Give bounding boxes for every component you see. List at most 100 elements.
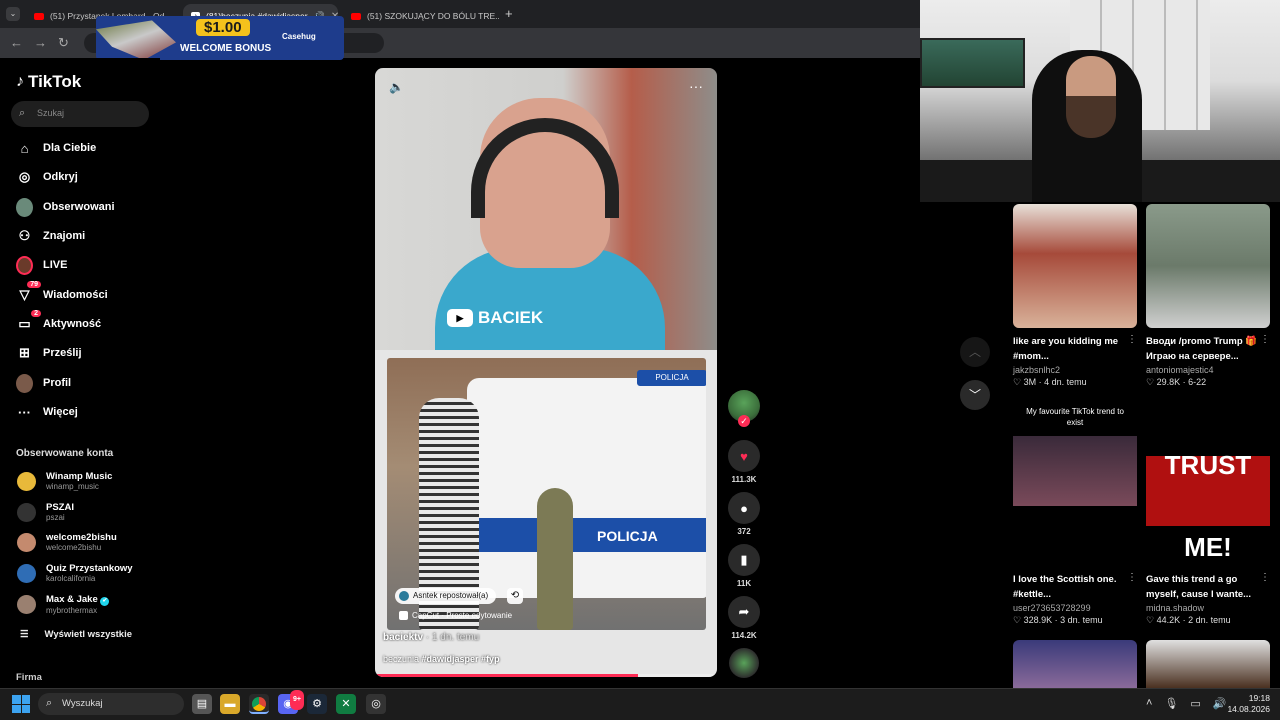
- microphone-icon[interactable]: 🎙: [1164, 697, 1178, 710]
- nav-dla-ciebie[interactable]: ⌂ Dla Ciebie: [16, 138, 97, 158]
- feed-title: I love the Scottish one. #kettle...: [1013, 574, 1117, 600]
- casino-ad-banner[interactable]: $1.00 WELCOME BONUS Casehug: [96, 16, 344, 60]
- show-all-label: Wyświetl wszystkie: [44, 629, 133, 640]
- police-label: POLICJA: [597, 528, 658, 544]
- video-author[interactable]: baciektv · 1 dn. temu: [383, 632, 479, 643]
- like-action[interactable]: ♥ 111.3K: [728, 440, 760, 484]
- share-icon[interactable]: ➦: [728, 596, 760, 628]
- feed-user[interactable]: midna.shadow: [1146, 603, 1270, 613]
- task-view-icon[interactable]: ▤: [192, 694, 212, 714]
- desc-text: beczunia: [383, 654, 422, 664]
- more-vertical-icon[interactable]: ⋮: [1127, 572, 1137, 583]
- nav-label: Znajomi: [43, 230, 86, 242]
- author-name: baciektv: [383, 632, 424, 643]
- feed-user[interactable]: jakzbsnlhc2: [1013, 365, 1137, 375]
- feed-card[interactable]: like are you kidding me #mom... jakzbsnl…: [1013, 204, 1137, 388]
- following-title: Obserwowane konta: [16, 448, 114, 459]
- nav-wiadomosci[interactable]: ▽ 79 Wiadomości: [16, 280, 108, 305]
- nav-obserwowani[interactable]: Obserwowani: [16, 197, 115, 217]
- nav-aktywnosc[interactable]: ▭ 2 Aktywność: [16, 309, 101, 334]
- volume-icon[interactable]: 🔈: [389, 80, 404, 94]
- xbox-icon[interactable]: ✕: [336, 694, 356, 714]
- capcut-tag[interactable]: CapCut · Proste edytowanie: [399, 611, 512, 620]
- feed-meta: ♡ 328.9K · 3 dn. temu: [1013, 615, 1103, 625]
- repost-icon[interactable]: ⟲: [507, 588, 523, 604]
- taskbar-clock[interactable]: 19:18 14.08.2026: [1224, 693, 1270, 715]
- bookmark-icon[interactable]: ▮: [728, 544, 760, 576]
- feed-card[interactable]: My favourite TikTok trend to exist I lov…: [1013, 406, 1137, 626]
- follow-plus-icon[interactable]: ✓: [738, 415, 750, 427]
- nav-live[interactable]: LIVE: [16, 255, 67, 275]
- file-explorer-icon[interactable]: ▬: [220, 694, 240, 714]
- avatar: [17, 532, 36, 552]
- feed-user[interactable]: antoniomajestic4: [1146, 365, 1270, 375]
- feed-meta: ♡ 44.2K · 2 dn. temu: [1146, 615, 1231, 625]
- share-action[interactable]: ➦ 114.2K: [728, 596, 760, 640]
- next-video-button[interactable]: ﹀: [960, 380, 990, 410]
- aquarium: [920, 38, 1025, 88]
- tab-list-icon[interactable]: ⌄: [6, 7, 20, 21]
- ad-brand: Casehug: [282, 32, 316, 41]
- nav-wiecej[interactable]: ··· Więcej: [16, 402, 78, 422]
- reload-icon[interactable]: ↻: [58, 35, 69, 51]
- taskbar-search-input[interactable]: ⌕ Wyszukaj: [38, 693, 184, 715]
- comment-icon[interactable]: ●: [728, 492, 760, 524]
- comment-action[interactable]: ● 372: [728, 492, 760, 536]
- youtube-icon: [34, 12, 44, 20]
- hashtags[interactable]: #dawidjasper #fyp: [422, 654, 500, 664]
- discord-icon[interactable]: ◉ 9+: [278, 690, 304, 714]
- compass-icon: ◎: [18, 169, 31, 184]
- forward-icon[interactable]: →: [34, 35, 47, 50]
- police-roof-sign: POLICJA: [637, 370, 706, 386]
- following-account[interactable]: PSZAI pszai: [17, 502, 74, 522]
- show-all-link[interactable]: ☰ Wyświetl wszystkie: [20, 629, 132, 640]
- nav-profil[interactable]: Profil: [16, 373, 71, 393]
- music-disc-icon[interactable]: [729, 648, 759, 678]
- chevron-up-icon[interactable]: ˄: [1146, 697, 1152, 710]
- more-options-icon[interactable]: ···: [689, 78, 703, 94]
- account-name: Quiz Przystankowy: [46, 563, 133, 574]
- new-tab-button[interactable]: +: [505, 6, 513, 21]
- following-account[interactable]: Winamp Music winamp_music: [17, 471, 112, 491]
- monitor-icon[interactable]: ▭: [1190, 697, 1200, 710]
- thumbnail-caption: My favourite TikTok trend to exist: [1026, 407, 1124, 427]
- save-action[interactable]: ▮ 11K: [728, 544, 760, 588]
- windows-start-icon[interactable]: [12, 695, 30, 713]
- back-icon[interactable]: ←: [10, 35, 23, 50]
- search-input[interactable]: ⌕ Szukaj: [11, 101, 149, 127]
- obs-icon[interactable]: ◎: [366, 694, 386, 714]
- feed-thumbnail[interactable]: [1013, 640, 1137, 688]
- nav-znajomi[interactable]: ⚇ Znajomi: [16, 226, 86, 246]
- feed-card[interactable]: TRUST ME! Gave this trend a go myself, c…: [1146, 406, 1270, 626]
- save-count: 11K: [736, 579, 752, 588]
- police-car: POLICJA POLICJA: [467, 370, 706, 598]
- youtube-play-icon: ▶: [447, 309, 473, 327]
- company-section-title[interactable]: Firma: [16, 672, 42, 683]
- badge-text: BACIEK: [478, 308, 544, 327]
- repost-chip[interactable]: Asntek repostował(a): [395, 588, 497, 604]
- tiktok-logo[interactable]: ♪ TikTok: [16, 72, 81, 92]
- nav-przeslij[interactable]: ⊞ Prześlij: [16, 343, 81, 363]
- more-vertical-icon[interactable]: ⋮: [1260, 334, 1270, 345]
- video-player[interactable]: ▶ BACIEK 🔈 ··· POLICJA POLICJA Asntek rep…: [375, 68, 717, 677]
- nav-odkryj[interactable]: ◎ Odkryj: [16, 167, 78, 187]
- heart-icon[interactable]: ♥: [728, 440, 760, 472]
- browser-tab-3[interactable]: (51) SZOKUJĄCY DO BÓLU TRE... ✕: [343, 4, 499, 28]
- steam-icon[interactable]: ⚙: [307, 694, 327, 714]
- following-account[interactable]: welcome2bishu welcome2bishu: [17, 532, 117, 552]
- comment-count: 372: [737, 527, 751, 536]
- embedded-clip: POLICJA POLICJA Asntek repostował(a) ⟲ C…: [387, 358, 706, 630]
- feed-user[interactable]: user273653728299: [1013, 603, 1137, 613]
- following-account[interactable]: Quiz Przystankowy karolcalifornia: [17, 563, 133, 583]
- thumbnail-caption: TRUST ME!: [1164, 450, 1252, 562]
- more-vertical-icon[interactable]: ⋮: [1260, 572, 1270, 583]
- following-account[interactable]: Max & Jake ✔ mybrothermax: [17, 594, 110, 615]
- like-count: 111.3K: [731, 475, 757, 484]
- account-handle: winamp_music: [46, 482, 99, 491]
- chrome-icon[interactable]: [249, 694, 269, 714]
- feed-card[interactable]: Вводи /promo Trump 🎁 Играю на сервере...…: [1146, 204, 1270, 388]
- previous-video-button[interactable]: ︿: [960, 337, 990, 367]
- video-progress-bar[interactable]: [375, 674, 717, 677]
- feed-thumbnail[interactable]: [1146, 640, 1270, 688]
- more-vertical-icon[interactable]: ⋮: [1127, 334, 1137, 345]
